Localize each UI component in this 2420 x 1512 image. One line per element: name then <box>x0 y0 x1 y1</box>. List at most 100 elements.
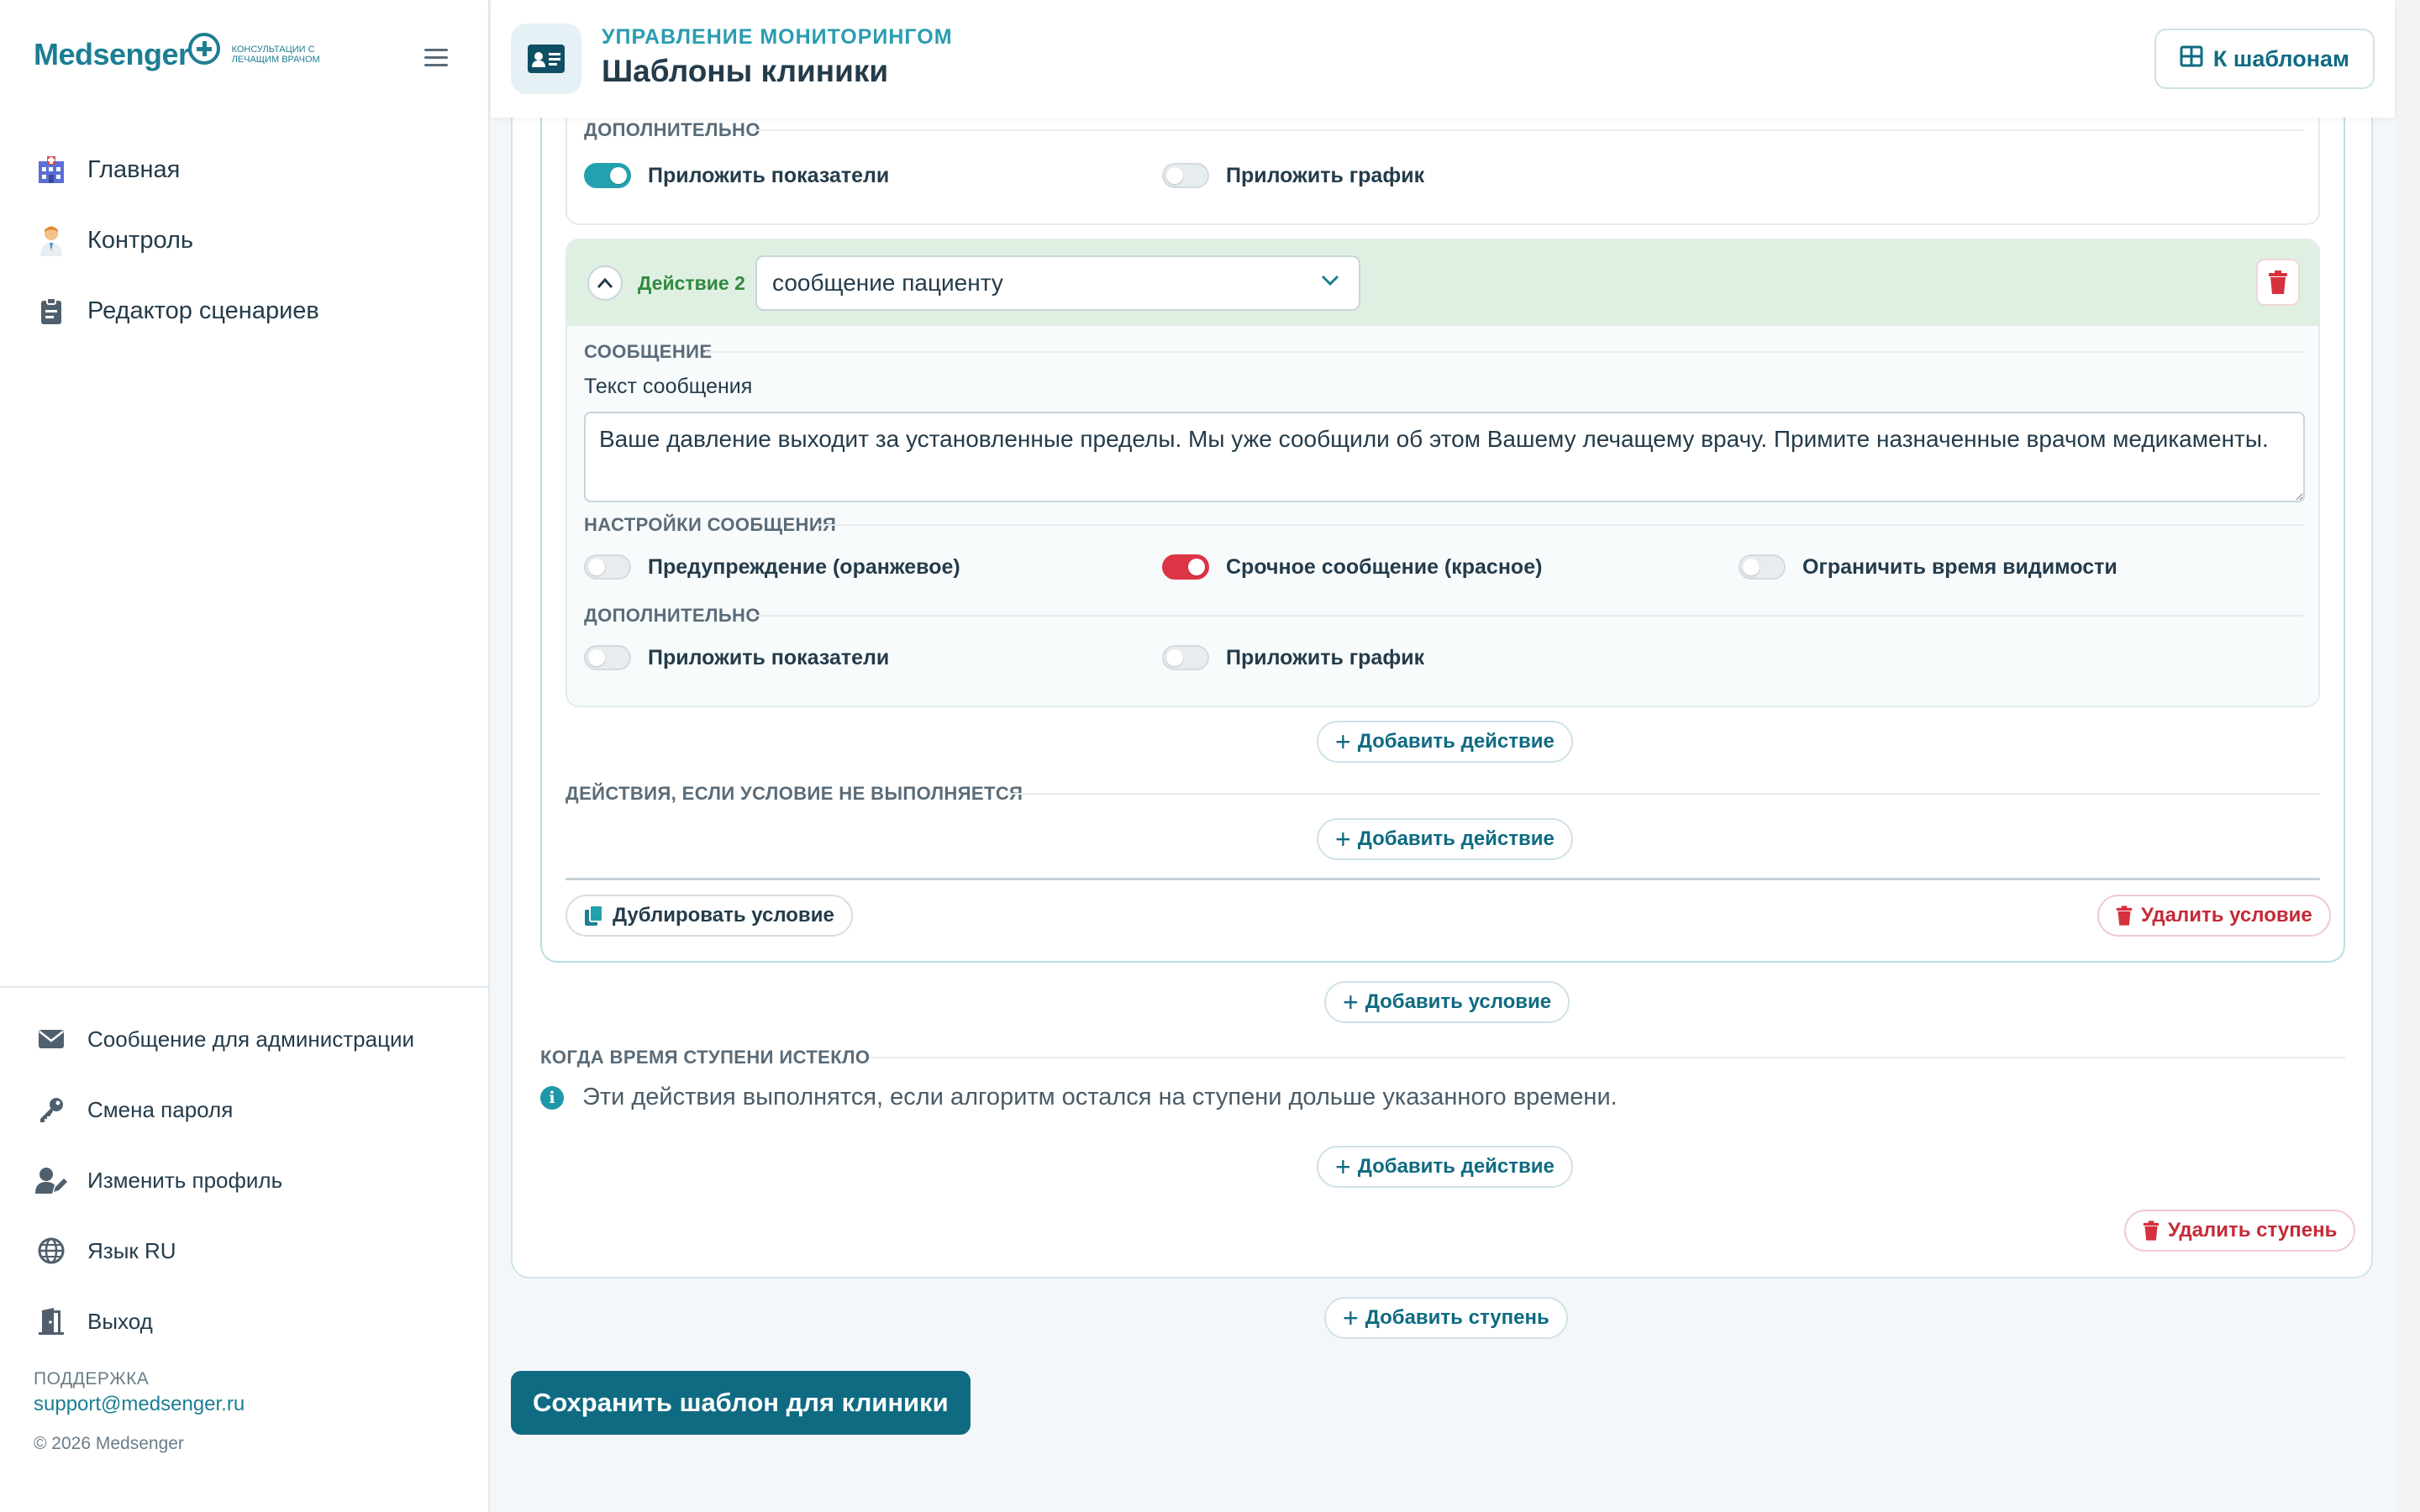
attach-chart-toggle[interactable] <box>1162 163 1209 188</box>
key-icon <box>34 1092 69 1127</box>
sidebar: Medsenger консультации с лечащим врачом … <box>0 0 490 1512</box>
action-2-card: Действие 2 сообщение пациенту СООБЩЕНИЕ … <box>566 239 2320 707</box>
toggle-label: Срочное сообщение (красное) <box>1226 554 1543 579</box>
page-scrollbar[interactable] <box>2395 0 2420 1512</box>
add-step-button[interactable]: + Добавить ступень <box>1324 1297 1568 1339</box>
user-edit-icon <box>34 1163 69 1198</box>
trash-icon <box>2269 270 2287 294</box>
section-divider <box>818 524 2303 526</box>
attach-indicators-toggle-row: Приложить показатели <box>584 645 889 670</box>
to-templates-button[interactable]: К шаблонам <box>2154 29 2375 89</box>
warning-toggle-row: Предупреждение (оранжевое) <box>584 554 960 580</box>
copyright: © 2026 Medsenger <box>34 1434 184 1453</box>
limit-visibility-toggle[interactable] <box>1739 554 1786 580</box>
logo-tagline: консультации с лечащим врачом <box>231 45 320 65</box>
action-type-select[interactable]: сообщение пациенту <box>755 255 1360 311</box>
doctor-icon <box>34 223 69 258</box>
toggle-label: Приложить показатели <box>648 163 890 187</box>
toggle-label: Ограничить время видимости <box>1802 554 2118 579</box>
logo-plus-icon <box>187 33 220 65</box>
sidebar-item-home[interactable]: Главная <box>34 134 319 205</box>
attach-chart-toggle-row: Приложить график <box>1162 645 1424 670</box>
collapse-button[interactable] <box>587 265 623 301</box>
chevron-up-icon <box>597 277 613 288</box>
door-icon <box>34 1304 69 1339</box>
globe-icon <box>34 1233 69 1268</box>
section-divider <box>705 351 2303 353</box>
menu-toggle-icon[interactable] <box>424 49 448 67</box>
sidebar-item-label: Редактор сценариев <box>87 297 319 324</box>
toggle-label: Предупреждение (оранжевое) <box>648 554 960 579</box>
urgent-toggle-row: Срочное сообщение (красное) <box>1162 554 1542 580</box>
attach-indicators-toggle-row: Приложить показатели <box>584 163 889 188</box>
toggle-label: Приложить показатели <box>648 645 890 669</box>
envelope-icon <box>34 1021 69 1057</box>
sidebar-item-label: Сообщение для администрации <box>87 1026 415 1052</box>
sidebar-item-scenario-editor[interactable]: Редактор сценариев <box>34 276 319 346</box>
page-title: Шаблоны клиники <box>602 54 889 88</box>
section-settings-label: НАСТРОЙКИ СООБЩЕНИЯ <box>584 514 837 535</box>
section-expired-label: КОГДА ВРЕМЯ СТУПЕНИ ИСТЕКЛО <box>540 1047 871 1068</box>
copy-icon <box>584 905 604 927</box>
hospital-icon <box>34 152 69 187</box>
sidebar-item-control[interactable]: Контроль <box>34 205 319 276</box>
logo-text: Medsenger <box>34 37 190 71</box>
plus-icon: + <box>1335 1152 1351 1182</box>
action-type-value: сообщение пациенту <box>772 270 1003 296</box>
section-divider <box>869 1057 2345 1058</box>
sidebar-item-logout[interactable]: Выход <box>34 1286 414 1357</box>
delete-action-button[interactable] <box>2256 259 2300 306</box>
trash-icon <box>2116 906 2133 926</box>
grid-icon <box>2180 45 2203 73</box>
message-textarea[interactable]: Ваше давление выходит за установленные п… <box>584 412 2305 502</box>
plus-icon: + <box>1335 824 1351 854</box>
clipboard-icon <box>34 293 69 328</box>
sidebar-item-admin-message[interactable]: Сообщение для администрации <box>34 1004 414 1074</box>
delete-condition-button[interactable]: Удалить условие <box>2097 895 2331 937</box>
chevron-down-icon <box>1321 275 1339 286</box>
limit-visibility-toggle-row: Ограничить время видимости <box>1739 554 2118 580</box>
add-else-action-button[interactable]: + Добавить действие <box>1317 818 1573 860</box>
duplicate-condition-button[interactable]: Дублировать условие <box>566 895 853 937</box>
delete-step-button[interactable]: Удалить ступень <box>2124 1210 2356 1252</box>
sidebar-item-label: Контроль <box>87 226 193 254</box>
action-1-card: ДОПОЛНИТЕЛЬНО Приложить показатели Прило… <box>566 118 2320 225</box>
sidebar-item-language[interactable]: Язык RU <box>34 1215 414 1286</box>
plus-icon: + <box>1335 727 1351 757</box>
sidebar-item-edit-profile[interactable]: Изменить профиль <box>34 1145 414 1215</box>
condition-footer-divider <box>566 878 2320 880</box>
sidebar-divider <box>0 986 490 988</box>
logo[interactable]: Medsenger консультации с лечащим врачом <box>34 33 350 72</box>
urgent-toggle[interactable] <box>1162 554 1209 580</box>
section-extra-label: ДОПОЛНИТЕЛЬНО <box>584 119 760 140</box>
support-email-link[interactable]: support@medsenger.ru <box>34 1393 245 1416</box>
attach-chart-toggle[interactable] <box>1162 645 1209 670</box>
add-action-button[interactable]: + Добавить действие <box>1317 721 1573 763</box>
add-condition-button[interactable]: + Добавить условие <box>1324 981 1570 1023</box>
sidebar-item-label: Изменить профиль <box>87 1167 283 1193</box>
toggle-label: Приложить график <box>1226 645 1425 669</box>
page-kicker: УПРАВЛЕНИЕ МОНИТОРИНГОМ <box>602 25 953 49</box>
plus-icon: + <box>1343 1303 1359 1333</box>
attach-indicators-toggle[interactable] <box>584 645 631 670</box>
section-divider <box>752 129 2303 131</box>
attach-indicators-toggle[interactable] <box>584 163 631 188</box>
section-message-label: СООБЩЕНИЕ <box>584 341 713 362</box>
section-else-label: ДЕЙСТВИЯ, ЕСЛИ УСЛОВИЕ НЕ ВЫПОЛНЯЕТСЯ <box>566 783 1023 804</box>
secondary-nav: Сообщение для администрации Смена пароля… <box>34 1004 414 1357</box>
section-extra-label: ДОПОЛНИТЕЛЬНО <box>584 605 760 626</box>
sidebar-item-change-password[interactable]: Смена пароля <box>34 1074 414 1145</box>
plus-icon: + <box>1343 987 1359 1017</box>
action-2-header: Действие 2 сообщение пациенту <box>567 240 2318 326</box>
sidebar-item-label: Язык RU <box>87 1237 176 1263</box>
toggle-label: Приложить график <box>1226 163 1425 187</box>
page-header: УПРАВЛЕНИЕ МОНИТОРИНГОМ Шаблоны клиники … <box>491 0 2395 118</box>
id-card-icon <box>511 24 581 94</box>
sidebar-item-label: Главная <box>87 155 181 183</box>
sidebar-item-label: Смена пароля <box>87 1096 234 1122</box>
warning-toggle[interactable] <box>584 554 631 580</box>
save-template-button[interactable]: Сохранить шаблон для клиники <box>511 1371 971 1435</box>
add-expired-action-button[interactable]: + Добавить действие <box>1317 1146 1573 1188</box>
message-text-label: Текст сообщения <box>584 375 753 398</box>
section-divider <box>752 615 2303 617</box>
